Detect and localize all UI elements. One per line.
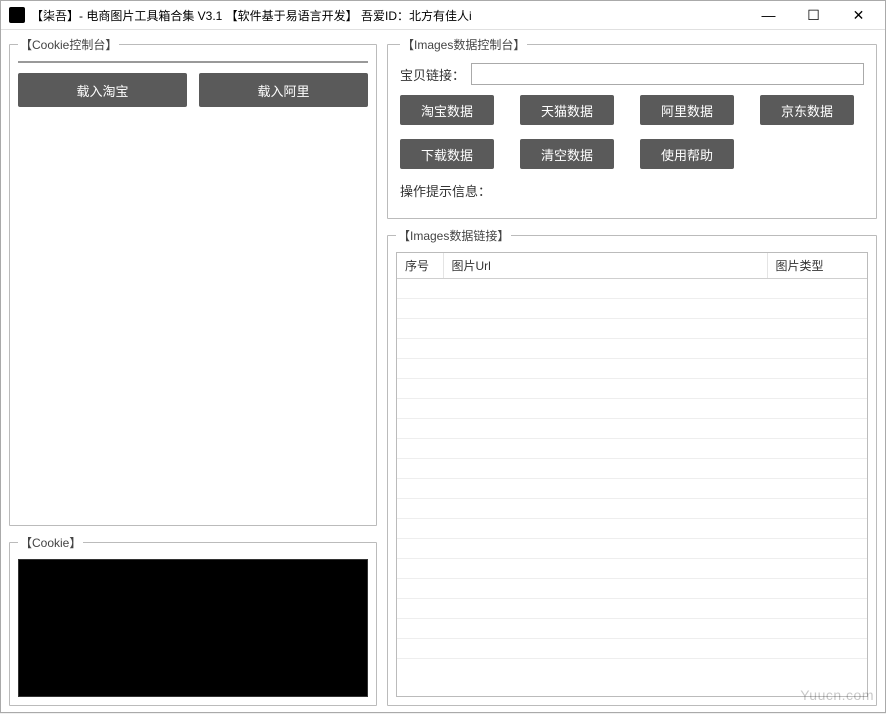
table-row[interactable] bbox=[397, 439, 867, 459]
table-row[interactable] bbox=[397, 599, 867, 619]
col-url[interactable]: 图片Url bbox=[443, 253, 767, 279]
table-row[interactable] bbox=[397, 299, 867, 319]
close-button[interactable]: ✕ bbox=[836, 1, 881, 29]
clear-data-button[interactable]: 清空数据 bbox=[520, 139, 614, 169]
table-row[interactable] bbox=[397, 619, 867, 639]
table-row[interactable] bbox=[397, 379, 867, 399]
table-row[interactable] bbox=[397, 539, 867, 559]
link-label: 宝贝链接： bbox=[400, 65, 465, 84]
col-type[interactable]: 图片类型 bbox=[767, 253, 867, 279]
table-row[interactable] bbox=[397, 419, 867, 439]
table-row[interactable] bbox=[397, 359, 867, 379]
ali-data-button[interactable]: 阿里数据 bbox=[640, 95, 734, 125]
body: 【Cookie控制台】 1688 登录 KRN 采 购 bbox=[1, 30, 885, 714]
help-button[interactable]: 使用帮助 bbox=[640, 139, 734, 169]
images-console-legend: 【Images数据控制台】 bbox=[400, 36, 527, 53]
right-column: 【Images数据控制台】 宝贝链接： 淘宝数据 天猫数据 阿里数据 京东数据 … bbox=[387, 36, 877, 706]
table-header-row: 序号 图片Url 图片类型 bbox=[397, 253, 867, 279]
load-taobao-button[interactable]: 载入淘宝 bbox=[18, 73, 187, 107]
table-row[interactable] bbox=[397, 479, 867, 499]
embedded-browser[interactable]: 1688 登录 KRN 采 购 bbox=[18, 61, 368, 63]
cookie-console-group: 【Cookie控制台】 1688 登录 KRN 采 购 bbox=[9, 36, 377, 526]
link-row: 宝贝链接： bbox=[400, 63, 864, 85]
load-ali-button[interactable]: 载入阿里 bbox=[199, 73, 368, 107]
table-row[interactable] bbox=[397, 519, 867, 539]
table-row[interactable] bbox=[397, 639, 867, 659]
cookie-textarea[interactable] bbox=[18, 559, 368, 697]
tmall-data-button[interactable]: 天猫数据 bbox=[520, 95, 614, 125]
taobao-data-button[interactable]: 淘宝数据 bbox=[400, 95, 494, 125]
minimize-button[interactable]: — bbox=[746, 1, 791, 29]
table-row[interactable] bbox=[397, 399, 867, 419]
window-title: 【柒吾】- 电商图片工具箱合集 V3.1 【软件基于易语言开发】 吾爱ID：北方… bbox=[31, 7, 472, 24]
col-index[interactable]: 序号 bbox=[397, 253, 443, 279]
table-row[interactable] bbox=[397, 559, 867, 579]
images-table[interactable]: 序号 图片Url 图片类型 bbox=[396, 252, 868, 697]
window-controls: — ☐ ✕ bbox=[746, 1, 881, 29]
cookie-legend: 【Cookie】 bbox=[18, 534, 83, 551]
app-window: 【柒吾】- 电商图片工具箱合集 V3.1 【软件基于易语言开发】 吾爱ID：北方… bbox=[0, 0, 886, 713]
app-icon bbox=[9, 7, 25, 23]
link-input[interactable] bbox=[471, 63, 864, 85]
images-links-legend: 【Images数据链接】 bbox=[396, 227, 511, 244]
hint-text: 操作提示信息： bbox=[400, 181, 864, 200]
horizontal-scrollbar[interactable] bbox=[19, 61, 367, 62]
images-console-group: 【Images数据控制台】 宝贝链接： 淘宝数据 天猫数据 阿里数据 京东数据 … bbox=[387, 36, 877, 219]
table-row[interactable] bbox=[397, 339, 867, 359]
table-row[interactable] bbox=[397, 459, 867, 479]
cookie-group: 【Cookie】 bbox=[9, 534, 377, 706]
table-row[interactable] bbox=[397, 319, 867, 339]
images-links-group: 【Images数据链接】 序号 图片Url 图片类型 bbox=[387, 227, 877, 706]
table-row[interactable] bbox=[397, 579, 867, 599]
data-buttons-grid: 淘宝数据 天猫数据 阿里数据 京东数据 下载数据 清空数据 使用帮助 bbox=[400, 95, 864, 169]
titlebar[interactable]: 【柒吾】- 电商图片工具箱合集 V3.1 【软件基于易语言开发】 吾爱ID：北方… bbox=[1, 1, 885, 30]
load-buttons-row: 载入淘宝 载入阿里 bbox=[18, 73, 368, 107]
table-row[interactable] bbox=[397, 279, 867, 299]
left-column: 【Cookie控制台】 1688 登录 KRN 采 购 bbox=[9, 36, 377, 706]
table-row[interactable] bbox=[397, 499, 867, 519]
maximize-button[interactable]: ☐ bbox=[791, 1, 836, 29]
download-data-button[interactable]: 下载数据 bbox=[400, 139, 494, 169]
jd-data-button[interactable]: 京东数据 bbox=[760, 95, 854, 125]
cookie-console-legend: 【Cookie控制台】 bbox=[18, 36, 119, 53]
